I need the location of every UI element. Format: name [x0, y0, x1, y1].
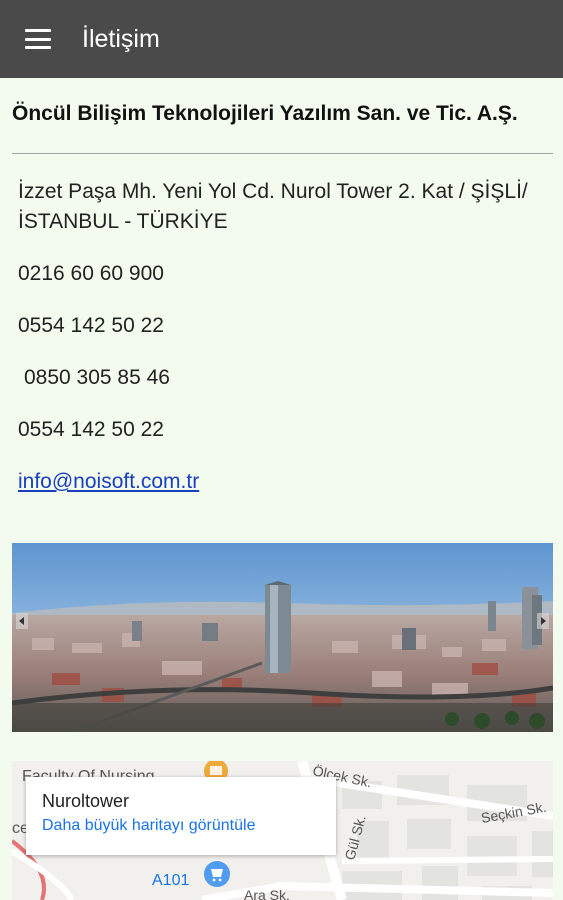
phone-number[interactable]: 0216 60 60 900: [12, 259, 553, 289]
phone-number[interactable]: 0554 142 50 22: [12, 311, 553, 341]
divider: [12, 153, 553, 154]
company-name: Öncül Bilişim Teknolojileri Yazılım San.…: [12, 102, 518, 125]
location-map[interactable]: Faculty Of Nursing Ölçek Sk. Seçkin Sk. …: [12, 761, 553, 900]
map-label-a101: A101: [152, 872, 189, 889]
map-info-card: Nuroltower Daha büyük haritayı görüntüle: [26, 777, 336, 855]
hamburger-menu-icon[interactable]: [0, 0, 78, 78]
place-name: Nuroltower: [42, 791, 130, 811]
map-label-ara: Ara Sk.: [244, 887, 290, 900]
app-bar: İletişim: [0, 0, 563, 78]
view-larger-map-link[interactable]: Daha büyük haritayı görüntüle: [42, 817, 320, 835]
address-text: İzzet Paşa Mh. Yeni Yol Cd. Nurol Tower …: [18, 180, 528, 233]
phone-number[interactable]: 0850 305 85 46: [12, 363, 553, 393]
email-link[interactable]: info@noisoft.com.tr: [18, 467, 199, 497]
city-skyline-photo: [12, 543, 553, 732]
page-title: İletişim: [82, 24, 160, 53]
contact-section: Öncül Bilişim Teknolojileri Yazılım San.…: [12, 78, 553, 497]
phone-number[interactable]: 0554 142 50 22: [12, 415, 553, 445]
